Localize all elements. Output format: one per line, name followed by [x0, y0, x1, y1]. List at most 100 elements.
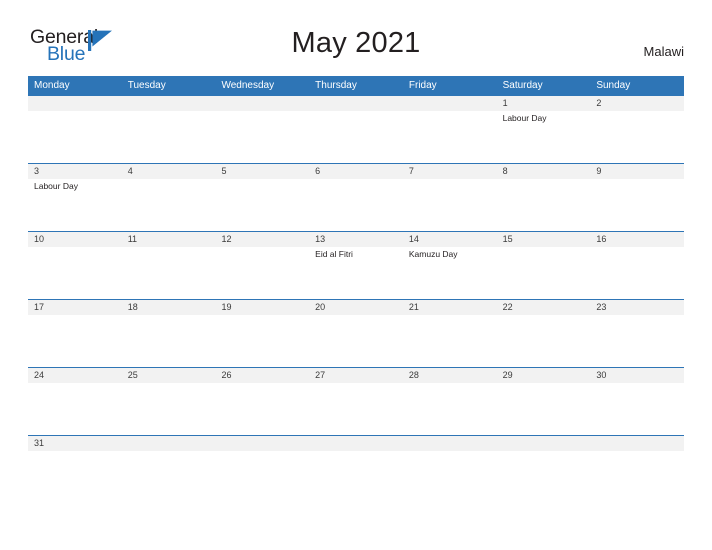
week-event-area: Eid al Fitri Kamuzu Day	[28, 247, 684, 299]
day-number-4[interactable]: 4	[122, 164, 216, 179]
day-number-6[interactable]: 6	[309, 164, 403, 179]
day-number-12[interactable]: 12	[215, 232, 309, 247]
weekday-header-monday: Monday	[34, 80, 70, 91]
calendar-week-row: 3 4 5 6 7 8 9 Labour Day	[28, 163, 684, 231]
day-number-15[interactable]: 15	[497, 232, 591, 247]
day-cell-empty	[590, 451, 684, 503]
day-number-7[interactable]: 7	[403, 164, 497, 179]
day-number-empty	[497, 436, 591, 451]
day-cell-24[interactable]	[28, 383, 122, 435]
calendar-weeks: 1 2 Labour Day 3 4 5 6 7 8 9 Labour Day 10 11 12 13 14 1…	[28, 96, 684, 491]
day-number-26[interactable]: 26	[215, 368, 309, 383]
day-number-10[interactable]: 10	[28, 232, 122, 247]
day-number-9[interactable]: 9	[590, 164, 684, 179]
day-number-11[interactable]: 11	[122, 232, 216, 247]
day-cell-14[interactable]: Kamuzu Day	[403, 247, 497, 299]
day-cell-7[interactable]	[403, 179, 497, 231]
week-date-numbers: 17 18 19 20 21 22 23	[28, 300, 684, 315]
day-cell-21[interactable]	[403, 315, 497, 367]
day-cell-3[interactable]: Labour Day	[28, 179, 122, 231]
weekday-header-wednesday: Wednesday	[221, 80, 275, 91]
day-cell-2[interactable]	[590, 111, 684, 163]
day-number-empty	[590, 436, 684, 451]
day-number-20[interactable]: 20	[309, 300, 403, 315]
day-number-21[interactable]: 21	[403, 300, 497, 315]
day-number-2[interactable]: 2	[590, 96, 684, 111]
day-number-5[interactable]: 5	[215, 164, 309, 179]
day-cell-6[interactable]	[309, 179, 403, 231]
weekday-header-thursday: Thursday	[315, 80, 357, 91]
day-number-27[interactable]: 27	[309, 368, 403, 383]
day-cell-4[interactable]	[122, 179, 216, 231]
day-number-empty	[309, 436, 403, 451]
day-number-19[interactable]: 19	[215, 300, 309, 315]
day-cell-13[interactable]: Eid al Fitri	[309, 247, 403, 299]
day-number-3[interactable]: 3	[28, 164, 122, 179]
day-cell-25[interactable]	[122, 383, 216, 435]
day-cell-1[interactable]: Labour Day	[497, 111, 591, 163]
day-cell-5[interactable]	[215, 179, 309, 231]
day-cell-empty	[403, 451, 497, 503]
day-number-25[interactable]: 25	[122, 368, 216, 383]
day-cell-20[interactable]	[309, 315, 403, 367]
day-cell-empty	[215, 111, 309, 163]
day-number-31[interactable]: 31	[28, 436, 122, 451]
calendar-page: General Blue May 2021 Malawi Monday Tuesd…	[0, 0, 712, 550]
day-number-8[interactable]: 8	[497, 164, 591, 179]
weekday-header-row: Monday Tuesday Wednesday Thursday Friday Satu…	[28, 76, 684, 96]
day-number-14[interactable]: 14	[403, 232, 497, 247]
day-cell-empty	[497, 451, 591, 503]
day-cell-19[interactable]	[215, 315, 309, 367]
day-cell-empty	[309, 111, 403, 163]
day-cell-16[interactable]	[590, 247, 684, 299]
day-cell-27[interactable]	[309, 383, 403, 435]
day-cell-28[interactable]	[403, 383, 497, 435]
day-cell-30[interactable]	[590, 383, 684, 435]
day-cell-26[interactable]	[215, 383, 309, 435]
day-cell-31[interactable]	[28, 451, 122, 503]
day-cell-empty	[122, 451, 216, 503]
page-title: May 2021	[291, 27, 421, 59]
holiday-label: Labour Day	[502, 113, 547, 123]
day-number-empty	[28, 96, 122, 111]
day-number-empty	[122, 436, 216, 451]
day-number-22[interactable]: 22	[497, 300, 591, 315]
weekday-header-saturday: Saturday	[502, 80, 543, 91]
day-number-29[interactable]: 29	[497, 368, 591, 383]
day-number-empty	[403, 96, 497, 111]
day-cell-29[interactable]	[497, 383, 591, 435]
week-event-area: Labour Day	[28, 111, 684, 163]
day-cell-11[interactable]	[122, 247, 216, 299]
day-number-17[interactable]: 17	[28, 300, 122, 315]
holiday-label: Kamuzu Day	[408, 249, 458, 259]
day-cell-empty	[122, 111, 216, 163]
day-cell-23[interactable]	[590, 315, 684, 367]
calendar-week-row: 24 25 26 27 28 29 30	[28, 367, 684, 435]
calendar-grid: Monday Tuesday Wednesday Thursday Friday Satu…	[28, 76, 684, 491]
day-cell-9[interactable]	[590, 179, 684, 231]
day-cell-10[interactable]	[28, 247, 122, 299]
day-number-1[interactable]: 1	[497, 96, 591, 111]
day-cell-12[interactable]	[215, 247, 309, 299]
day-number-18[interactable]: 18	[122, 300, 216, 315]
day-cell-15[interactable]	[497, 247, 591, 299]
day-number-13[interactable]: 13	[309, 232, 403, 247]
day-cell-17[interactable]	[28, 315, 122, 367]
day-number-empty	[309, 96, 403, 111]
week-date-numbers: 10 11 12 13 14 15 16	[28, 232, 684, 247]
holiday-label: Labour Day	[34, 181, 78, 191]
day-cell-empty	[309, 451, 403, 503]
day-number-28[interactable]: 28	[403, 368, 497, 383]
day-number-30[interactable]: 30	[590, 368, 684, 383]
day-cell-22[interactable]	[497, 315, 591, 367]
weekday-header-sunday: Sunday	[596, 80, 631, 91]
calendar-week-row: 31	[28, 435, 684, 491]
week-event-area: Labour Day	[28, 179, 684, 231]
day-number-23[interactable]: 23	[590, 300, 684, 315]
day-number-16[interactable]: 16	[590, 232, 684, 247]
day-cell-8[interactable]	[497, 179, 591, 231]
day-number-empty	[122, 96, 216, 111]
day-cell-18[interactable]	[122, 315, 216, 367]
week-event-area	[28, 451, 684, 491]
day-number-24[interactable]: 24	[28, 368, 122, 383]
